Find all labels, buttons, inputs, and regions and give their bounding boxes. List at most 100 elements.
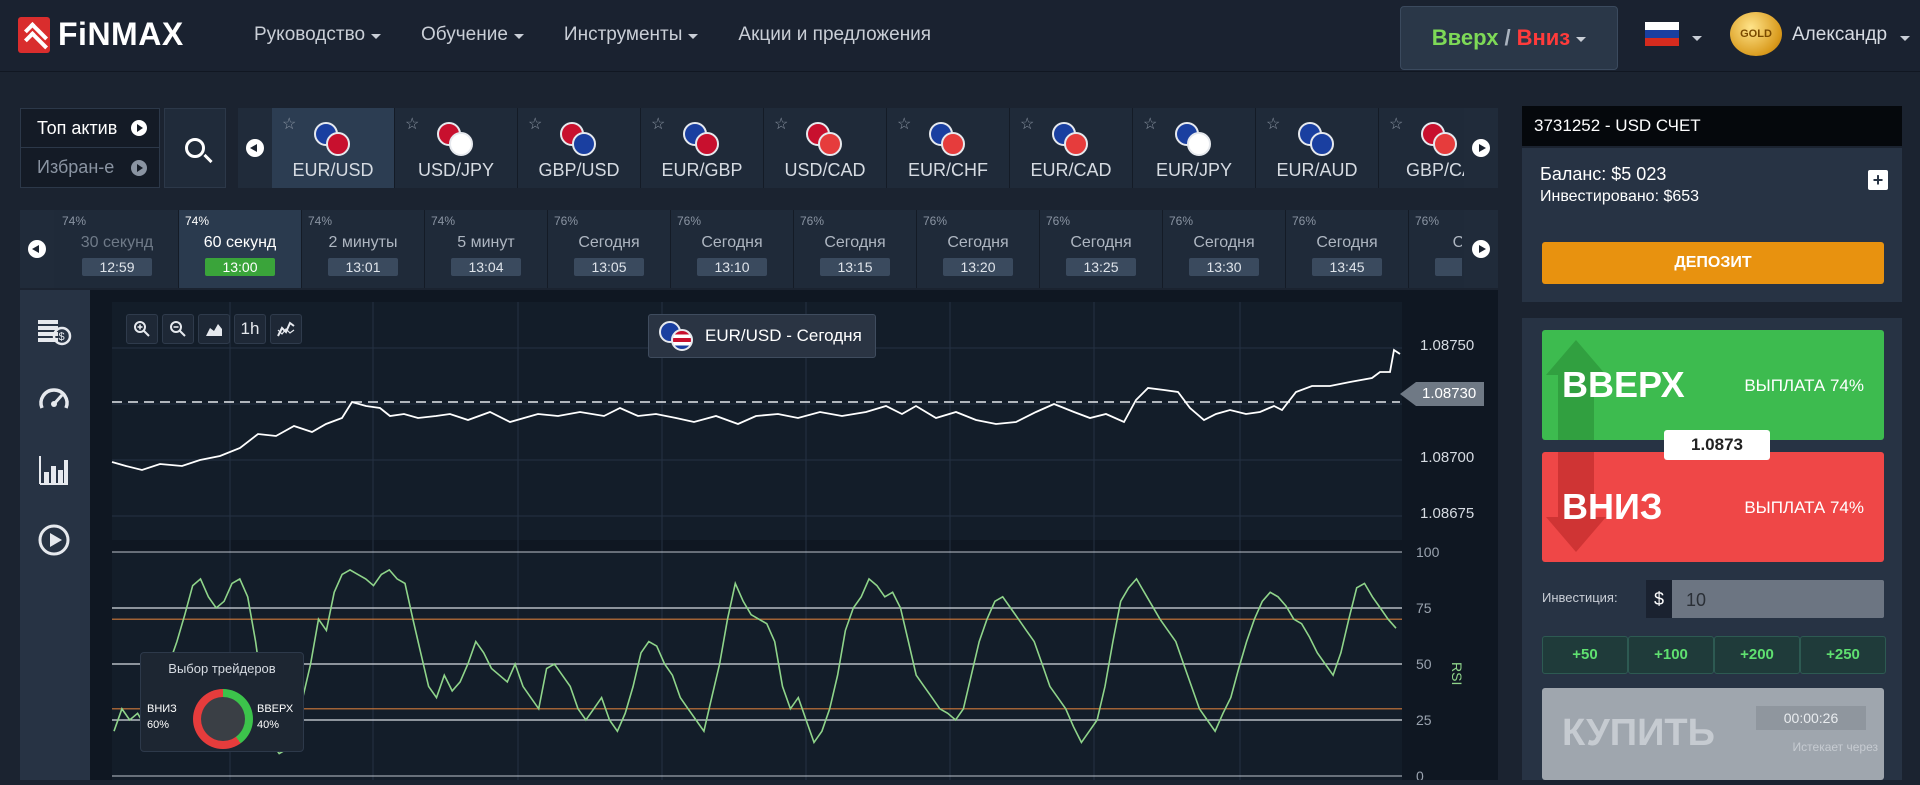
asset-tile[interactable]: ☆ EUR/GBP <box>641 108 764 188</box>
call-up-button[interactable]: ВВЕРХ ВЫПЛАТА 74% <box>1542 330 1884 440</box>
trade-panel: ВВЕРХ ВЫПЛАТА 74% ВНИЗ ВЫПЛАТА 74% 1.087… <box>1522 318 1902 780</box>
expiry-label: 2 минуты <box>328 234 398 251</box>
expiry-payout-pct: 76% <box>800 214 825 228</box>
rsi-pane <box>112 552 1402 780</box>
expiry-scroll-left-button[interactable] <box>20 210 54 288</box>
expiry-payout-pct: 74% <box>308 214 333 228</box>
asset-tile[interactable]: ☆ EUR/CAD <box>1010 108 1133 188</box>
investment-input[interactable]: $ 10 <box>1646 580 1884 618</box>
expiry-label: 5 минут <box>457 234 515 251</box>
put-down-button[interactable]: ВНИЗ ВЫПЛАТА 74% <box>1542 452 1884 562</box>
expiry-option[interactable]: 76% Сегодня 13:15 <box>794 210 917 288</box>
traders-ratio-ring <box>193 689 253 749</box>
expiry-payout-pct: 76% <box>554 214 579 228</box>
nav-item-promotions[interactable]: Акции и предложения <box>738 24 931 46</box>
currency-flags-icon <box>314 122 354 156</box>
quick-amount-50-button[interactable]: +50 <box>1542 636 1628 674</box>
investment-value[interactable]: 10 <box>1686 590 1706 611</box>
bar-chart-icon[interactable] <box>36 452 72 488</box>
star-icon[interactable]: ☆ <box>528 114 542 134</box>
trade-mode-dropdown[interactable]: Вверх / Вниз <box>1400 6 1618 70</box>
asset-tile[interactable]: ☆ USD/JPY <box>395 108 518 188</box>
asset-tile[interactable]: ☆ EUR/USD <box>272 108 395 188</box>
asset-tile[interactable]: ☆ GBP/USD <box>518 108 641 188</box>
deposit-button[interactable]: ДЕПОЗИТ <box>1542 242 1884 284</box>
chevron-down-icon[interactable] <box>1900 36 1910 41</box>
buy-button[interactable]: КУПИТЬ 00:00:26 Истекает через <box>1542 688 1884 780</box>
star-icon[interactable]: ☆ <box>1389 114 1403 134</box>
asset-pair-label: EUR/USD <box>292 160 374 180</box>
play-video-icon[interactable] <box>36 522 72 558</box>
gold-status-badge[interactable]: GOLD <box>1730 12 1782 56</box>
expiry-option[interactable]: 74% 30 секунд 12:59 <box>56 210 179 288</box>
asset-search-button[interactable] <box>164 108 226 188</box>
expiry-payout-pct: 76% <box>923 214 948 228</box>
arrow-right-icon <box>1472 240 1490 258</box>
chevron-down-icon[interactable] <box>1692 36 1702 41</box>
nav-item-tools[interactable]: Инструменты <box>564 24 699 46</box>
nav-item-guide[interactable]: Руководство <box>254 24 382 46</box>
quick-amount-100-button[interactable]: +100 <box>1628 636 1714 674</box>
call-up-label: ВВЕРХ <box>1562 364 1685 405</box>
star-icon[interactable]: ☆ <box>405 114 419 134</box>
gauge-icon[interactable] <box>36 382 72 418</box>
expiry-option[interactable]: 76% Сегодня 13:45 <box>1286 210 1409 288</box>
expiry-scroll-right-button[interactable] <box>1464 210 1498 288</box>
zoom-out-button[interactable] <box>162 314 194 344</box>
rsi-axis-tick: 100 <box>1416 544 1440 560</box>
star-icon[interactable]: ☆ <box>897 114 911 134</box>
expiry-option[interactable]: 74% 60 секунд 13:00 <box>179 210 302 288</box>
expiry-option[interactable]: 76% Сегодня 13:20 <box>917 210 1040 288</box>
star-icon[interactable]: ☆ <box>651 114 665 134</box>
brand-logo[interactable]: FiNMAX <box>18 16 184 53</box>
expiry-option[interactable]: 76% Сегодня 13:25 <box>1040 210 1163 288</box>
assets-scroll-right-button[interactable] <box>1464 108 1498 188</box>
filter-favorites[interactable]: Избран-е <box>21 148 159 187</box>
expiry-option[interactable]: 76% Сегодня 13:10 <box>671 210 794 288</box>
user-name[interactable]: Александр <box>1792 24 1887 46</box>
asset-tile[interactable]: ☆ EUR/AUD <box>1256 108 1379 188</box>
chart-type-button[interactable] <box>198 314 230 344</box>
star-icon[interactable]: ☆ <box>1266 114 1280 134</box>
currency-flags-icon <box>683 122 723 156</box>
expiry-time: 12:59 <box>82 258 152 276</box>
expiry-time: 13:30 <box>1189 258 1259 276</box>
expiry-option[interactable]: 76% Сего 14 <box>1409 210 1462 288</box>
rsi-axis-tick: 75 <box>1416 600 1432 616</box>
timeframe-button[interactable]: 1h <box>234 314 266 344</box>
expiry-option[interactable]: 74% 2 минуты 13:01 <box>302 210 425 288</box>
filter-top-assets[interactable]: Топ актив <box>21 109 159 148</box>
chart-legend[interactable]: EUR/USD - Сегодня <box>648 314 876 358</box>
play-icon <box>131 120 147 136</box>
expiry-option[interactable]: 76% Сегодня 13:05 <box>548 210 671 288</box>
quick-amount-200-button[interactable]: +200 <box>1714 636 1800 674</box>
money-stack-icon[interactable]: $ <box>36 312 72 348</box>
zoom-in-button[interactable] <box>126 314 158 344</box>
asset-tile[interactable]: ☆ EUR/JPY <box>1133 108 1256 188</box>
expiry-option[interactable]: 76% Сегодня 13:30 <box>1163 210 1286 288</box>
account-panel: Баланс: $5 023 Инвестировано: $653 + ДЕП… <box>1522 148 1902 302</box>
quick-amount-250-button[interactable]: +250 <box>1800 636 1886 674</box>
asset-tile[interactable]: ☆ EUR/CHF <box>887 108 1010 188</box>
star-icon[interactable]: ☆ <box>1143 114 1157 134</box>
asset-tile[interactable]: ☆ USD/CAD <box>764 108 887 188</box>
expiry-option[interactable]: 74% 5 минут 13:04 <box>425 210 548 288</box>
indicators-button[interactable] <box>270 314 302 344</box>
nav-item-education[interactable]: Обучение <box>421 24 524 46</box>
language-flag-icon[interactable] <box>1645 22 1679 46</box>
chevron-down-icon <box>371 33 382 39</box>
call-up-payout: ВЫПЛАТА 74% <box>1744 376 1864 395</box>
currency-flags-icon <box>1298 122 1338 156</box>
chevron-down-icon <box>513 33 524 39</box>
assets-scroll-left-button[interactable] <box>238 108 272 188</box>
price-axis-tick: 1.08675 <box>1420 505 1474 522</box>
star-icon[interactable]: ☆ <box>774 114 788 134</box>
star-icon[interactable]: ☆ <box>282 114 296 134</box>
expand-account-button[interactable]: + <box>1868 170 1888 190</box>
asset-pair-label: EUR/CAD <box>1030 160 1112 180</box>
search-icon <box>185 138 205 158</box>
expiry-payout-pct: 76% <box>1169 214 1194 228</box>
indicators-icon <box>277 321 295 337</box>
expiry-time: 14 <box>1435 258 1462 276</box>
star-icon[interactable]: ☆ <box>1020 114 1034 134</box>
